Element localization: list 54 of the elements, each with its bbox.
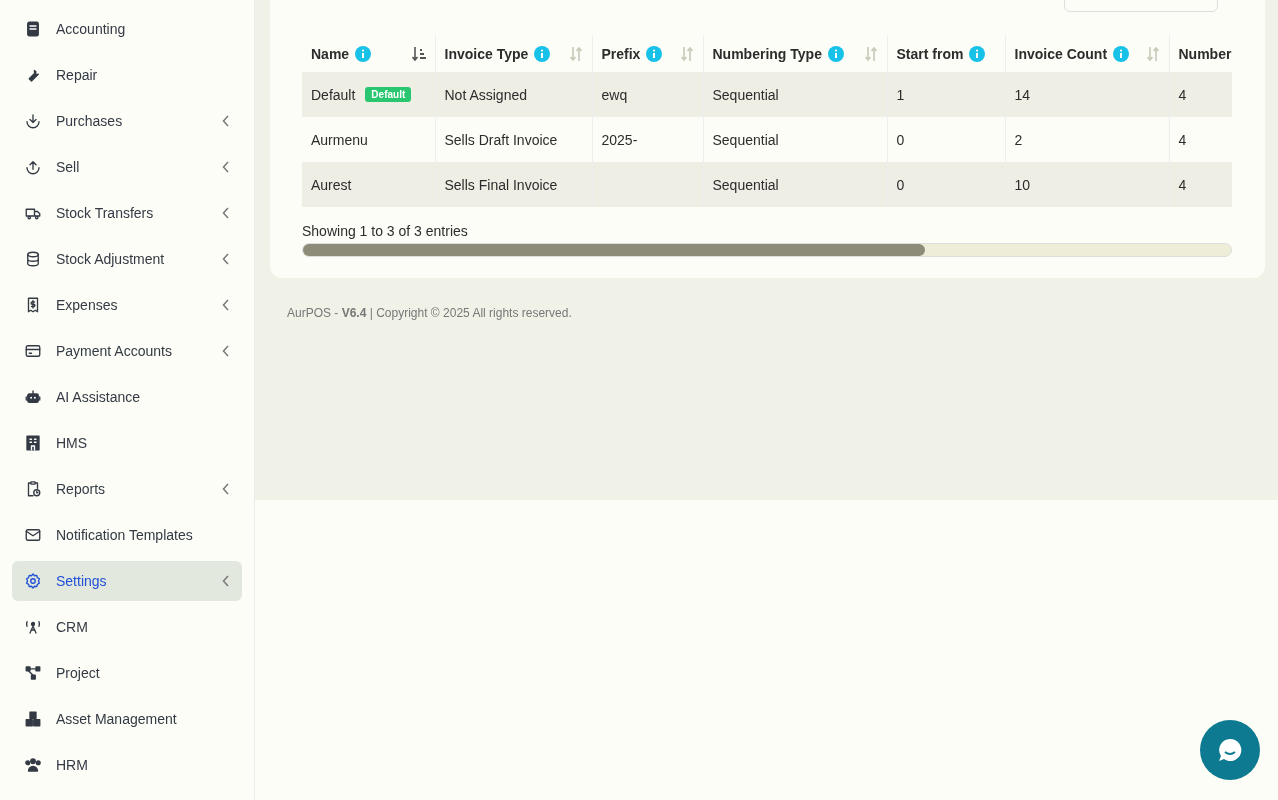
sidebar-item[interactable]: Payment Accounts <box>12 331 242 371</box>
sidebar-item[interactable]: Reports <box>12 469 242 509</box>
boxes-icon <box>24 710 42 728</box>
sidebar-item[interactable]: HRM <box>12 745 242 785</box>
table-cell: 14 <box>1005 72 1169 117</box>
robot-icon <box>24 388 42 406</box>
sidebar-item[interactable]: CRM <box>12 607 242 647</box>
entries-info: Showing 1 to 3 of 3 entries <box>302 223 469 239</box>
sidebar-item[interactable]: Stock Adjustment <box>12 239 242 279</box>
card-icon <box>24 342 42 360</box>
chat-button[interactable] <box>1200 720 1260 780</box>
table-cell: Aurest <box>302 162 435 207</box>
sidebar-item[interactable]: HMS <box>12 423 242 463</box>
table-cell: 4 <box>1169 162 1232 207</box>
sidebar-item[interactable]: Settings <box>12 561 242 601</box>
book-icon <box>24 20 42 38</box>
table-cell: Sequential <box>703 72 887 117</box>
sort-icon[interactable] <box>679 45 694 62</box>
hierarchy-icon <box>24 664 42 682</box>
table-cell: ewq <box>592 72 703 117</box>
table-cell: Sequential <box>703 162 887 207</box>
table-cell: Default Default <box>302 72 435 117</box>
sidebar-item[interactable]: Notification Templates <box>12 515 242 555</box>
settings-icon <box>24 572 42 590</box>
table-cell: 0 <box>887 162 1005 207</box>
chat-bubble-icon <box>1217 737 1243 763</box>
sidebar-item[interactable]: Repair <box>12 55 242 95</box>
table-cell: 1 <box>887 72 1005 117</box>
default-badge: Default <box>365 86 412 102</box>
building-icon <box>24 434 42 452</box>
upload-icon <box>24 158 42 176</box>
antenna-person-icon <box>24 618 42 636</box>
sort-descending-icon[interactable] <box>411 45 426 62</box>
sidebar-item[interactable]: AI Assistance <box>12 377 242 417</box>
table-cell: 4 <box>1169 72 1232 117</box>
sidebar-item[interactable]: Expenses <box>12 285 242 325</box>
sort-icon[interactable] <box>568 45 583 62</box>
sidebar-item[interactable]: Asset Management <box>12 699 242 739</box>
download-icon <box>24 112 42 130</box>
database-icon <box>24 250 42 268</box>
sort-icon[interactable] <box>1145 45 1160 62</box>
sidebar-item[interactable]: Project <box>12 653 242 693</box>
sort-icon[interactable] <box>863 45 878 62</box>
table-cell: 10 <box>1005 162 1169 207</box>
horizontal-scrollbar[interactable] <box>302 243 1232 257</box>
sidebar-item[interactable]: Purchases <box>12 101 242 141</box>
table-cell: Not Assigned <box>435 72 592 117</box>
sidebar-item[interactable]: Stock Transfers <box>12 193 242 233</box>
footer-text: AurPOS - V6.4 | Copyright © 2025 All rights reserved. <box>286 305 573 322</box>
table-cell: Sells Final Invoice <box>435 162 592 207</box>
sidebar-item[interactable]: Sell <box>12 147 242 187</box>
mail-icon <box>24 526 42 544</box>
people-icon <box>24 756 42 774</box>
sidebar-item[interactable]: Accounting <box>12 9 242 49</box>
